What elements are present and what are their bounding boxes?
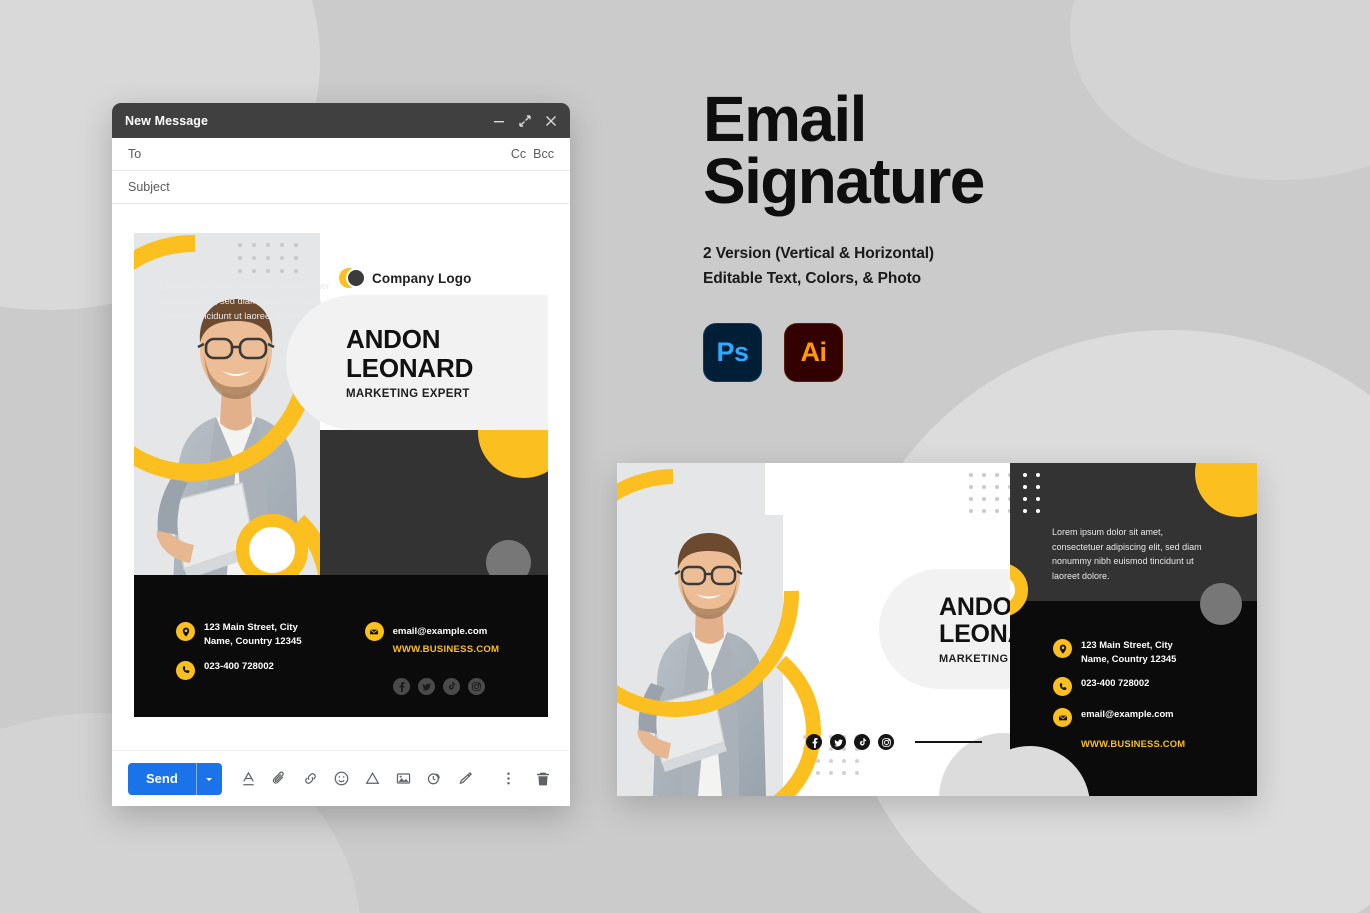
vertical-phone-item: 023-400 728002 xyxy=(176,660,302,680)
promo-subline-2: Editable Text, Colors, & Photo xyxy=(703,270,922,288)
vertical-name-plate: ANDON LEONARD MARKETING EXPERT xyxy=(286,295,548,430)
horizontal-email-item: email@example.com xyxy=(1053,707,1185,728)
format-text-icon[interactable] xyxy=(238,768,260,790)
horizontal-lorem-text: Lorem ipsum dolor sit amet, consectetuer… xyxy=(1052,527,1202,581)
compose-titlebar: New Message xyxy=(112,103,570,138)
vertical-contact-column-left: 123 Main Street, City Name, Country 1234… xyxy=(176,621,302,695)
promo-headline-line1: Email xyxy=(703,83,867,155)
trash-icon[interactable] xyxy=(532,768,554,790)
illustrator-badge[interactable]: Ai xyxy=(784,323,843,383)
vertical-name-line2: LEONARD xyxy=(346,352,474,383)
compose-window: New Message To Cc Bcc Subject Lorem ipsu… xyxy=(112,103,570,806)
horizontal-email-text[interactable]: email@example.com xyxy=(1081,707,1174,721)
vertical-email-text[interactable]: email@example.com xyxy=(393,626,488,637)
vertical-name-line1: ANDON xyxy=(346,324,441,355)
insert-signature-icon[interactable] xyxy=(455,768,477,790)
vertical-contact-column-right: email@example.com WWW.BUSINESS.COM xyxy=(364,621,500,695)
send-button-label: Send xyxy=(146,771,178,786)
facebook-icon[interactable] xyxy=(806,734,822,750)
twitter-icon[interactable] xyxy=(830,734,846,750)
facebook-icon[interactable] xyxy=(392,678,410,695)
insert-drive-icon[interactable] xyxy=(362,768,384,790)
window-controls xyxy=(493,114,557,127)
logo-crescent-icon xyxy=(339,268,366,288)
phone-icon xyxy=(176,660,195,680)
tiktok-icon[interactable] xyxy=(442,678,460,695)
horizontal-dark-panel: Lorem ipsum dolor sit amet, consectetuer… xyxy=(1010,463,1257,796)
horizontal-dot-pattern-dark xyxy=(1023,473,1049,521)
vertical-social-row xyxy=(392,678,500,695)
photoshop-badge[interactable]: Ps xyxy=(703,323,762,383)
insert-emoji-icon[interactable] xyxy=(331,768,353,790)
vertical-address-text: 123 Main Street, City Name, Country 1234… xyxy=(204,621,302,649)
insert-link-icon[interactable] xyxy=(300,768,322,790)
confidential-mode-icon[interactable] xyxy=(424,768,446,790)
vertical-role: MARKETING EXPERT xyxy=(346,387,470,400)
horizontal-phone-text: 023-400 728002 xyxy=(1081,677,1150,689)
subject-label: Subject xyxy=(128,180,170,194)
compose-tool-icons xyxy=(238,768,477,790)
instagram-icon[interactable] xyxy=(467,678,485,695)
to-field-row[interactable]: To Cc Bcc xyxy=(112,138,570,171)
horizontal-social-row xyxy=(806,734,982,750)
vertical-address-item: 123 Main Street, City Name, Country 1234… xyxy=(176,621,302,649)
address-line2: Name, Country 12345 xyxy=(204,635,302,647)
minimize-button[interactable] xyxy=(493,115,505,127)
compose-body[interactable]: Lorem ipsum dolor sit amet, consectetuer… xyxy=(112,204,570,750)
send-options-caret-icon[interactable] xyxy=(195,762,222,795)
horizontal-yellow-corner-circle xyxy=(1195,463,1257,517)
horizontal-gray-blob-bottom-left xyxy=(1010,746,1090,796)
promo-subline: 2 Version (Vertical & Horizontal) Editab… xyxy=(703,241,984,291)
horizontal-address-item: 123 Main Street, City Name, Country 1234… xyxy=(1053,638,1185,665)
compose-toolbar: Send xyxy=(112,750,570,806)
horizontal-signature-card: Company Logo ANDON LEONARD MARKETING EXP… xyxy=(617,463,1257,796)
location-pin-icon xyxy=(1053,639,1072,658)
horizontal-divider-line xyxy=(915,741,982,743)
bcc-button[interactable]: Bcc xyxy=(533,147,554,161)
send-button[interactable]: Send xyxy=(128,762,222,795)
horizontal-contact-block: 123 Main Street, City Name, Country 1234… xyxy=(1053,638,1185,749)
background-blob-top-right xyxy=(1070,0,1370,180)
tiktok-icon[interactable] xyxy=(854,734,870,750)
twitter-icon[interactable] xyxy=(417,678,435,695)
horizontal-phone-item: 023-400 728002 xyxy=(1053,676,1185,697)
close-button[interactable] xyxy=(545,115,557,127)
horizontal-gray-circle xyxy=(1200,583,1242,625)
address-line1: 123 Main Street, City xyxy=(204,622,298,633)
cc-bcc-group: Cc Bcc xyxy=(511,147,554,161)
vertical-email-block: email@example.com WWW.BUSINESS.COM xyxy=(393,621,500,657)
cc-button[interactable]: Cc xyxy=(511,147,526,161)
vertical-company-logo: Company Logo xyxy=(339,268,471,288)
vertical-website-text[interactable]: WWW.BUSINESS.COM xyxy=(393,644,500,655)
vertical-logo-text: Company Logo xyxy=(372,270,472,286)
address-line1: 123 Main Street, City xyxy=(1081,639,1173,650)
insert-photo-icon[interactable] xyxy=(393,768,415,790)
horizontal-website-text[interactable]: WWW.BUSINESS.COM xyxy=(1081,738,1185,749)
vertical-contact-block: 123 Main Street, City Name, Country 1234… xyxy=(176,621,522,695)
to-label: To xyxy=(128,147,142,161)
envelope-icon xyxy=(1053,708,1072,728)
vertical-phone-text: 023-400 728002 xyxy=(204,660,274,672)
compose-window-title: New Message xyxy=(125,113,209,128)
location-pin-icon xyxy=(176,622,195,641)
compose-toolbar-right xyxy=(497,768,554,790)
subject-field-row[interactable]: Subject xyxy=(112,171,570,204)
vertical-yellow-corner-circle xyxy=(478,430,548,478)
envelope-icon xyxy=(364,622,384,641)
expand-button[interactable] xyxy=(519,114,531,127)
more-options-icon[interactable] xyxy=(497,768,519,790)
format-badges: Ps Ai xyxy=(703,323,984,383)
address-line2: Name, Country 12345 xyxy=(1081,652,1177,664)
instagram-icon[interactable] xyxy=(878,734,894,750)
vertical-email-item: email@example.com WWW.BUSINESS.COM xyxy=(364,621,500,657)
promo-headline-line2: Signature xyxy=(703,145,985,218)
promo-panel: Email Signature 2 Version (Vertical & Ho… xyxy=(703,83,985,383)
vertical-signature-card: Lorem ipsum dolor sit amet, consectetuer… xyxy=(134,233,548,717)
promo-subline-1: 2 Version (Vertical & Horizontal) xyxy=(703,245,934,263)
attach-file-icon[interactable] xyxy=(269,768,291,790)
phone-icon xyxy=(1053,677,1072,697)
horizontal-address-text: 123 Main Street, City Name, Country 1234… xyxy=(1081,638,1176,665)
